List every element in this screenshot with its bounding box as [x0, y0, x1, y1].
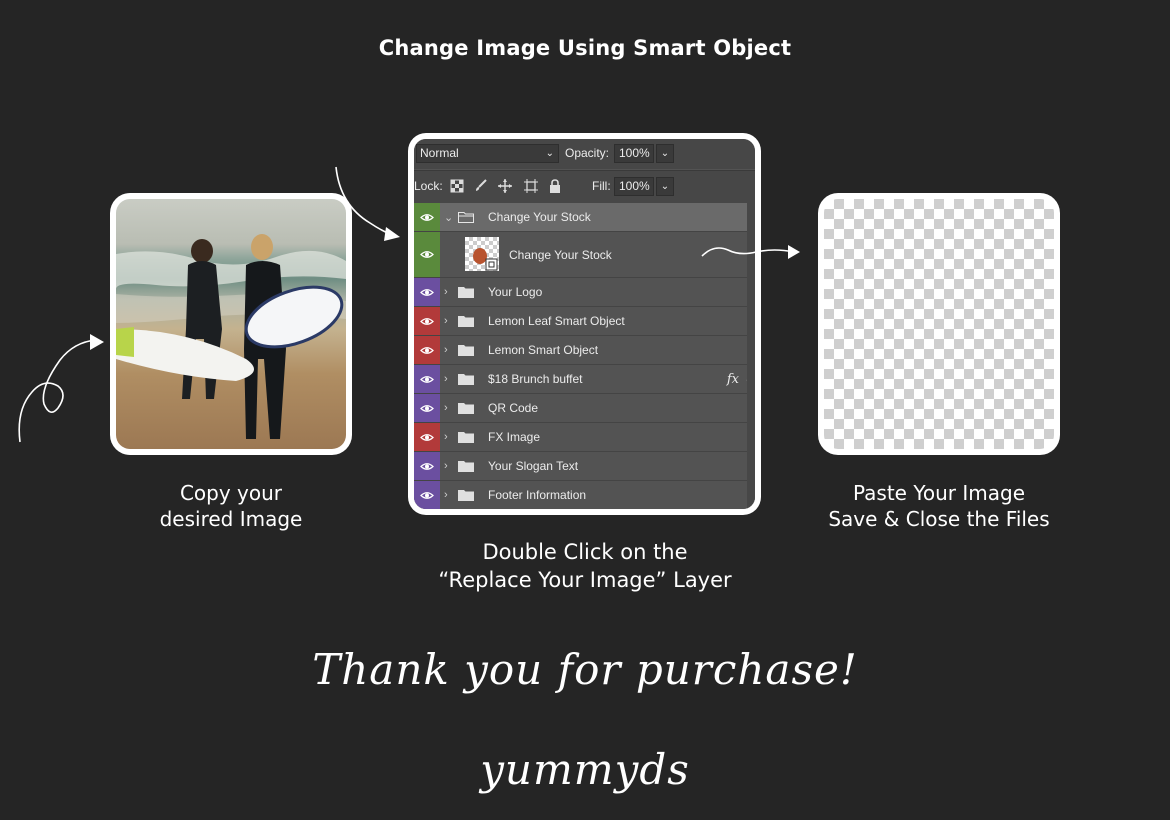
folder-icon	[458, 212, 474, 223]
lock-row: Lock: Fill: 100% ⌄	[414, 170, 755, 203]
caption-line: Double Click on the	[482, 540, 688, 564]
step-paste-caption: Paste Your Image Save & Close the Files	[810, 480, 1068, 532]
layer-row[interactable]: › QR Code	[414, 394, 755, 423]
folder-icon	[458, 374, 474, 385]
caption-line: Copy your	[179, 481, 283, 505]
step-doubleclick-caption: Double Click on the “Replace Your Image”…	[400, 538, 770, 594]
chevron-right-icon[interactable]: ›	[444, 365, 448, 393]
layer-row[interactable]: › FX Image	[414, 423, 755, 452]
opacity-input[interactable]: 100%	[614, 144, 654, 163]
step-copy-caption: Copy your desired Image	[110, 480, 352, 532]
caption-line: Save & Close the Files	[828, 507, 1050, 531]
surfers-illustration	[116, 234, 346, 439]
chevron-down-icon: ⌄	[545, 148, 554, 159]
transparent-canvas	[824, 199, 1054, 449]
layer-row[interactable]: › Your Slogan Text	[414, 452, 755, 481]
folder-icon	[458, 403, 474, 414]
visibility-eye-icon[interactable]	[414, 336, 440, 364]
visibility-eye-icon[interactable]	[414, 452, 440, 480]
page-title: Change Image Using Smart Object	[378, 36, 792, 60]
visibility-eye-icon[interactable]	[414, 203, 440, 231]
chevron-right-icon[interactable]: ›	[444, 423, 448, 451]
layer-name: Footer Information	[488, 488, 587, 502]
source-image-card	[110, 193, 352, 455]
blend-mode-select[interactable]: Normal ⌄	[416, 144, 559, 163]
layer-effects-icon[interactable]: fx	[727, 365, 739, 393]
blend-mode-value: Normal	[420, 146, 459, 160]
folder-icon	[458, 461, 474, 472]
fill-label: Fill:	[592, 179, 611, 193]
caption-line: “Replace Your Image” Layer	[438, 568, 732, 592]
folder-icon	[458, 316, 474, 327]
fill-dropdown[interactable]: ⌄	[656, 177, 674, 196]
lock-transparent-icon[interactable]	[450, 179, 464, 193]
brush-icon[interactable]	[474, 179, 488, 193]
curly-arrow-left-icon	[18, 334, 104, 443]
curved-arrow-down-icon	[335, 166, 400, 241]
caption-line: Paste Your Image	[852, 481, 1026, 505]
visibility-eye-icon[interactable]	[414, 423, 440, 451]
layer-name: Change Your Stock	[488, 210, 591, 224]
chevron-right-icon[interactable]: ›	[444, 481, 448, 509]
fill-input[interactable]: 100%	[614, 177, 654, 196]
layer-name: Lemon Smart Object	[488, 343, 599, 357]
visibility-eye-icon[interactable]	[414, 481, 440, 509]
layers-panel: Normal ⌄ Opacity: 100% ⌄ Lock: Fill: 100…	[414, 139, 755, 509]
transparent-canvas-card	[818, 193, 1060, 455]
chevron-right-icon[interactable]: ›	[444, 336, 448, 364]
layer-row[interactable]: › Lemon Smart Object	[414, 336, 755, 365]
arrow-right-icon	[701, 245, 800, 259]
layer-row[interactable]: › Footer Information	[414, 481, 755, 509]
visibility-eye-icon[interactable]	[414, 307, 440, 335]
chevron-right-icon[interactable]: ›	[444, 278, 448, 306]
surfers-photo	[116, 199, 346, 449]
layer-row[interactable]: › Lemon Leaf Smart Object	[414, 307, 755, 336]
layer-row[interactable]: ⌄ Change Your Stock	[414, 203, 755, 232]
visibility-eye-icon[interactable]	[414, 394, 440, 422]
chevron-right-icon[interactable]: ›	[444, 452, 448, 480]
visibility-eye-icon[interactable]	[414, 232, 440, 277]
folder-icon	[458, 490, 474, 501]
chevron-down-icon[interactable]: ⌄	[444, 203, 453, 231]
layer-name: FX Image	[488, 430, 541, 444]
smart-object-thumbnail[interactable]	[465, 237, 499, 271]
folder-icon	[458, 287, 474, 298]
layer-name: Change Your Stock	[509, 247, 612, 262]
move-icon[interactable]	[498, 179, 512, 193]
folder-icon	[458, 432, 474, 443]
lock-all-icon[interactable]	[548, 179, 562, 193]
folder-icon	[458, 345, 474, 356]
layer-name: $18 Brunch buffet	[488, 372, 583, 386]
blend-row: Normal ⌄ Opacity: 100% ⌄	[414, 139, 755, 169]
visibility-eye-icon[interactable]	[414, 365, 440, 393]
chevron-right-icon[interactable]: ›	[444, 394, 448, 422]
layer-name: Your Slogan Text	[488, 459, 579, 473]
layer-name: Lemon Leaf Smart Object	[488, 314, 625, 328]
thank-you-signature: Thank you for purchase! yummyds	[312, 645, 858, 794]
layer-row[interactable]: › Your Logo	[414, 278, 755, 307]
opacity-dropdown[interactable]: ⌄	[656, 144, 674, 163]
caption-line: desired Image	[159, 507, 303, 531]
artboard-icon[interactable]	[524, 179, 538, 193]
visibility-eye-icon[interactable]	[414, 278, 440, 306]
layers-panel-card: Normal ⌄ Opacity: 100% ⌄ Lock: Fill: 100…	[408, 133, 761, 515]
lock-label: Lock:	[414, 179, 443, 193]
opacity-label: Opacity:	[565, 146, 610, 160]
layer-row[interactable]: ›$18 Brunch buffetfx⌄	[414, 365, 755, 394]
layer-name: QR Code	[488, 401, 539, 415]
chevron-right-icon[interactable]: ›	[444, 307, 448, 335]
layer-name: Your Logo	[488, 285, 543, 299]
